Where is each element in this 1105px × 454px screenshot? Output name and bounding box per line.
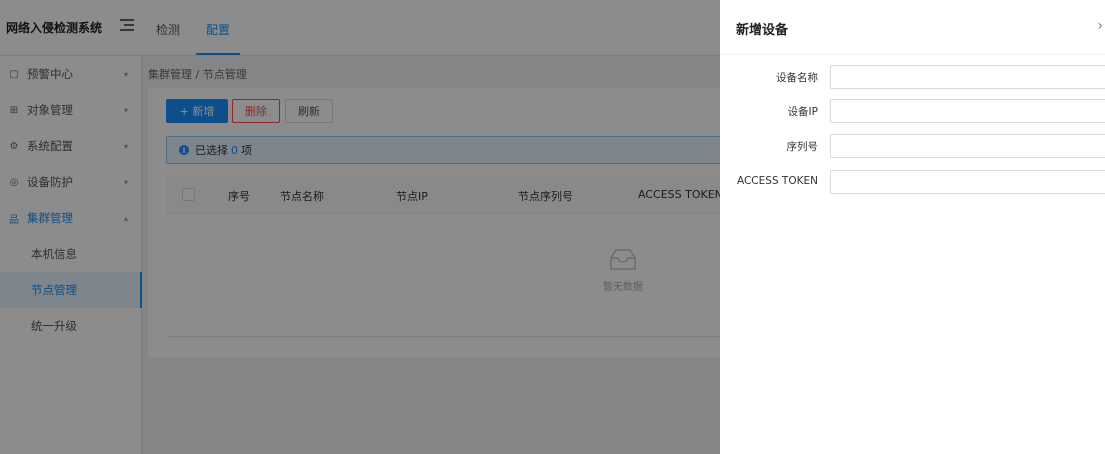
device-name-label: 设备名称	[776, 72, 818, 84]
form-row-serial: 序列号	[720, 134, 1105, 160]
serial-input[interactable]	[830, 134, 1105, 158]
device-ip-input[interactable]	[830, 99, 1105, 123]
form-row-device-name: 设备名称	[720, 65, 1105, 91]
form-row-access-token: ACCESS TOKEN	[720, 170, 1105, 196]
close-icon[interactable]: ›	[1097, 18, 1103, 34]
add-device-drawer: 新增设备 › 设备名称 设备IP 序列号 ACCESS TOKEN	[720, 0, 1105, 454]
drawer-header: 新增设备 ›	[720, 0, 1105, 55]
form-row-device-ip: 设备IP	[720, 99, 1105, 125]
device-name-input[interactable]	[830, 65, 1105, 89]
device-ip-label: 设备IP	[787, 106, 818, 118]
drawer-title: 新增设备	[736, 23, 789, 38]
serial-label: 序列号	[786, 141, 819, 153]
access-token-input[interactable]	[830, 170, 1105, 194]
access-token-label: ACCESS TOKEN	[736, 175, 818, 187]
